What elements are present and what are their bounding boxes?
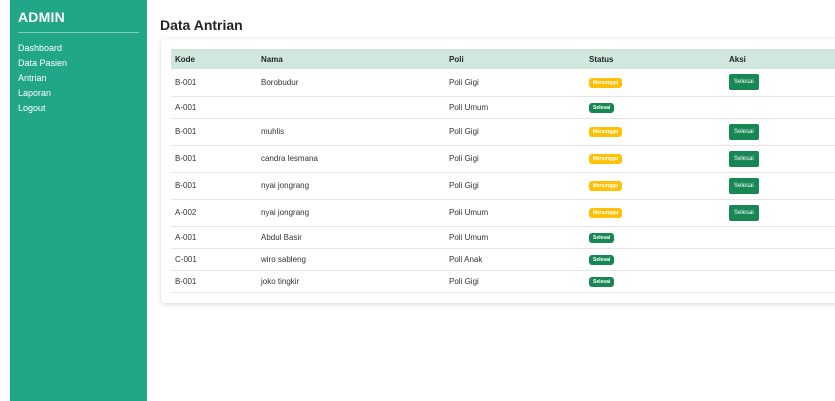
sidebar: ADMIN Dashboard Data Pasien Antrian Lapo…: [10, 0, 147, 401]
selesai-button[interactable]: Selesai: [729, 177, 759, 194]
table-row: B-001 muhlis Poli Gigi Menunggu Selesai: [171, 118, 835, 146]
header-kode: Kode: [175, 54, 195, 64]
cell-kode: A-001: [171, 96, 257, 119]
cell-kode: B-001: [171, 69, 257, 97]
table-row: B-001 Borobudur Poli Gigi Menunggu Selesai: [171, 69, 835, 97]
table-row: B-001 joko tingkir Poli Gigi Selesai: [171, 270, 835, 293]
cell-kode: C-001: [171, 248, 257, 271]
sidebar-divider: [18, 32, 139, 33]
status-badge: Selesai: [589, 276, 615, 287]
cell-aksi: Selesai: [725, 199, 835, 227]
status-badge: Selesai: [589, 232, 615, 243]
table-row: A-001 Abdul Basir Poli Umum Selesai: [171, 226, 835, 249]
status-badge: Menunggu: [589, 208, 623, 218]
cell-status: Selesai: [585, 226, 725, 249]
header-aksi: Aksi: [729, 54, 746, 64]
cell-aksi: [725, 270, 835, 293]
admin-page: ADMIN Dashboard Data Pasien Antrian Lapo…: [0, 0, 835, 401]
status-badge: Menunggu: [589, 127, 623, 137]
cell-aksi: Selesai: [725, 69, 835, 97]
table-row: B-001 nyai jongrang Poli Gigi Menunggu Seles…: [171, 172, 835, 200]
cell-status: Menunggu: [585, 69, 725, 97]
header-status: Status: [589, 54, 614, 64]
cell-aksi: [725, 226, 835, 249]
sidebar-item-laporan[interactable]: Laporan: [10, 86, 147, 101]
sidebar-item-dashboard[interactable]: Dashboard: [10, 41, 147, 56]
table-row: A-001 Poli Umum Selesai: [171, 96, 835, 119]
cell-poli: Poli Gigi: [445, 145, 585, 173]
cell-poli: Poli Gigi: [445, 118, 585, 146]
status-badge: Selesai: [589, 254, 615, 265]
cell-kode: B-001: [171, 145, 257, 173]
cell-kode: A-001: [171, 226, 257, 249]
cell-status: Selesai: [585, 96, 725, 119]
sidebar-item-antrian[interactable]: Antrian: [10, 71, 147, 86]
cell-nama: muhlis: [257, 118, 445, 146]
cell-nama: nyai jongrang: [257, 199, 445, 227]
header-poli: Poli: [449, 54, 464, 64]
cell-poli: Poli Umum: [445, 226, 585, 249]
cell-poli: Poli Gigi: [445, 270, 585, 293]
cell-nama: wiro sableng: [257, 248, 445, 271]
cell-status: Menunggu: [585, 118, 725, 146]
main-content: Data Antrian Kode Nama Poli Status Aksi …: [160, 0, 835, 401]
cell-status: Selesai: [585, 270, 725, 293]
cell-poli: Poli Anak: [445, 248, 585, 271]
cell-poli: Poli Umum: [445, 96, 585, 119]
cell-nama: Borobudur: [257, 69, 445, 97]
cell-status: Menunggu: [585, 199, 725, 227]
cell-kode: A-002: [171, 199, 257, 227]
cell-status: Menunggu: [585, 172, 725, 200]
cell-aksi: Selesai: [725, 118, 835, 146]
queue-card: Kode Nama Poli Status Aksi B-001 Borobudu…: [161, 39, 835, 303]
cell-kode: B-001: [171, 172, 257, 200]
cell-aksi: Selesai: [725, 172, 835, 200]
cell-poli: Poli Gigi: [445, 172, 585, 200]
cell-nama: [257, 96, 445, 119]
cell-aksi: [725, 96, 835, 119]
sidebar-item-logout[interactable]: Logout: [10, 101, 147, 116]
cell-poli: Poli Umum: [445, 199, 585, 227]
cell-nama: joko tingkir: [257, 270, 445, 293]
table-row: A-002 nyai jongrang Poli Umum Menunggu Seles…: [171, 199, 835, 227]
cell-aksi: [725, 248, 835, 271]
cell-status: Selesai: [585, 248, 725, 271]
selesai-button[interactable]: Selesai: [729, 150, 759, 167]
cell-nama: candra lesmana: [257, 145, 445, 173]
status-badge: Menunggu: [589, 154, 623, 164]
table-row: B-001 candra lesmana Poli Gigi Menunggu Sele…: [171, 145, 835, 173]
brand-title: ADMIN: [18, 9, 65, 25]
status-badge: Menunggu: [589, 181, 623, 191]
cell-kode: B-001: [171, 270, 257, 293]
sidebar-item-data-pasien[interactable]: Data Pasien: [10, 56, 147, 71]
table-header-row: Kode Nama Poli Status Aksi: [171, 49, 835, 69]
cell-nama: Abdul Basir: [257, 226, 445, 249]
cell-aksi: Selesai: [725, 145, 835, 173]
cell-kode: B-001: [171, 118, 257, 146]
selesai-button[interactable]: Selesai: [729, 204, 759, 221]
table-body: B-001 Borobudur Poli Gigi Menunggu Selesai A-…: [171, 69, 835, 293]
queue-table: Kode Nama Poli Status Aksi B-001 Borobudu…: [171, 49, 835, 293]
selesai-button[interactable]: Selesai: [729, 74, 759, 91]
selesai-button[interactable]: Selesai: [729, 123, 759, 140]
cell-poli: Poli Gigi: [445, 69, 585, 97]
page-title: Data Antrian: [160, 17, 243, 33]
cell-nama: nyai jongrang: [257, 172, 445, 200]
table-row: C-001 wiro sableng Poli Anak Selesai: [171, 248, 835, 271]
status-badge: Menunggu: [589, 77, 623, 88]
status-badge: Selesai: [589, 102, 615, 113]
cell-status: Menunggu: [585, 145, 725, 173]
header-nama: Nama: [261, 54, 283, 64]
